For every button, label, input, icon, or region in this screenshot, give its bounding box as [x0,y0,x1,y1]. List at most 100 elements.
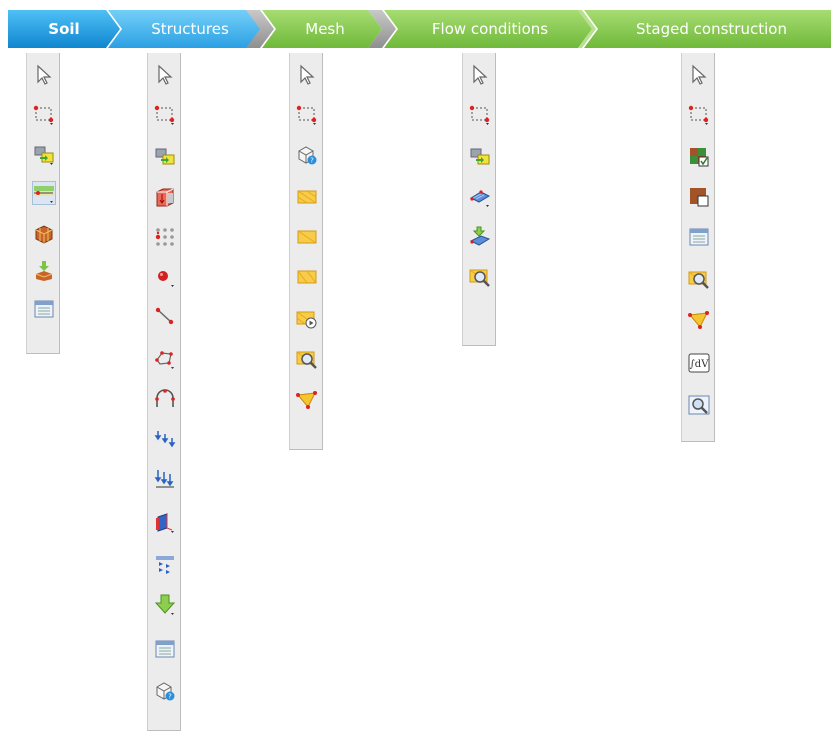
surface-load-button[interactable] [153,185,177,209]
copy-move-icon [155,148,175,165]
line-load-button[interactable] [153,467,177,491]
change-material-button[interactable] [687,185,711,209]
select-rectangle-button[interactable] [32,103,56,127]
import-arrow-button[interactable] [153,593,177,617]
reset-refinement-button[interactable] [295,265,319,289]
coarsen-mesh-button[interactable] [295,225,319,249]
change-material-icon [690,188,709,207]
polygon-icon [155,351,174,369]
water-flow-icon [156,556,174,574]
select-pointer-button[interactable] [153,63,177,87]
soil-toolbar [26,53,60,354]
reset-refinement-icon [297,270,317,284]
point-load-button[interactable] [153,427,177,451]
tab-mesh[interactable]: Mesh [280,10,370,48]
mesh-toolbar: ? [289,53,323,450]
line-button[interactable] [153,305,177,329]
select-pointer-icon [473,64,488,85]
tab-flow-conditions[interactable]: Flow conditions [400,10,580,48]
preview-flow-button[interactable] [468,265,492,289]
refine-mesh-icon [297,190,317,204]
refine-mesh-button[interactable] [295,185,319,209]
point-icon [158,271,174,287]
select-pointer-icon [37,64,52,85]
table-icon [689,228,709,246]
select-rectangle-button[interactable] [687,103,711,127]
select-pointer-icon [158,64,173,85]
view-mesh-button[interactable] [295,347,319,371]
select-pointer-button[interactable] [687,63,711,87]
integral-dv-button[interactable]: ∫dV [687,351,711,375]
copy-move-button[interactable] [468,145,492,169]
table-button[interactable] [32,297,56,321]
select-rectangle-icon [33,105,54,125]
copy-move-button[interactable] [153,145,177,169]
select-points-curves-button[interactable] [687,307,711,331]
line-load-icon [154,470,174,488]
polygon-button[interactable] [153,347,177,371]
generate-mesh-button[interactable] [295,307,319,331]
phase-tab-bar: Soil Structures Mesh Flow conditions Sta… [8,10,831,48]
tab-staged-construction[interactable]: Staged construction [604,10,819,48]
tab-soil[interactable]: Soil [28,10,100,48]
array-button[interactable] [153,225,177,249]
mesh-check-icon: ? [156,682,175,701]
select-rectangle-button[interactable] [153,103,177,127]
view-output-button[interactable] [687,393,711,417]
import-water-level-button[interactable] [468,225,492,249]
borehole-icon [34,186,54,203]
copy-move-icon [34,146,54,165]
preview-phase-button[interactable] [687,267,711,291]
select-rectangle-icon [688,105,709,125]
borehole-button[interactable] [32,181,56,205]
plate-button[interactable] [153,511,177,535]
view-output-icon [688,395,710,415]
question-mark-glyph: ? [168,693,172,701]
table-button[interactable] [153,637,177,661]
water-level-button[interactable] [468,185,492,209]
import-soil-icon [35,261,53,281]
integral-dv-icon: ∫dV [688,353,710,373]
tunnel-button[interactable] [153,387,177,411]
import-soil-button[interactable] [32,259,56,283]
soil-volume-button[interactable] [32,221,56,245]
mesh-check-button[interactable]: ? [153,679,177,703]
mesh-check-button[interactable]: ? [295,143,319,167]
copy-move-button[interactable] [32,143,56,167]
select-rectangle-icon [154,105,175,125]
select-rectangle-button[interactable] [295,103,319,127]
import-water-level-icon [469,226,491,246]
question-mark-glyph: ? [310,157,314,165]
structures-toolbar: ? [147,53,181,731]
select-rectangle-button[interactable] [468,103,492,127]
staged-construction-toolbar: ∫dV [681,53,715,442]
copy-move-icon [470,148,490,165]
table-icon [155,640,175,658]
view-mesh-icon [296,351,317,369]
generate-mesh-icon [296,311,317,329]
plate-icon [156,513,174,533]
toggle-activate-button[interactable] [687,145,711,169]
water-level-icon [469,190,491,207]
tab-structures[interactable]: Structures [126,10,254,48]
point-load-icon [154,431,176,448]
select-points-curves-icon [688,311,709,329]
array-icon [155,228,174,246]
select-pointer-icon [692,64,707,85]
water-flow-button[interactable] [153,553,177,577]
select-rectangle-icon [469,105,490,125]
point-button[interactable] [153,265,177,289]
select-pointer-button[interactable] [468,63,492,87]
surface-load-icon [156,188,174,207]
table-button[interactable] [687,225,711,249]
preview-flow-icon [469,269,490,287]
tunnel-icon [155,389,175,407]
select-points-curves-button[interactable] [295,387,319,411]
select-pointer-icon [300,64,315,85]
select-pointer-button[interactable] [32,63,56,87]
select-points-curves-icon [296,391,317,409]
select-pointer-button[interactable] [295,63,319,87]
integral-dv-glyph: ∫dV [690,359,710,370]
table-icon [34,300,54,318]
import-arrow-icon [154,594,176,615]
